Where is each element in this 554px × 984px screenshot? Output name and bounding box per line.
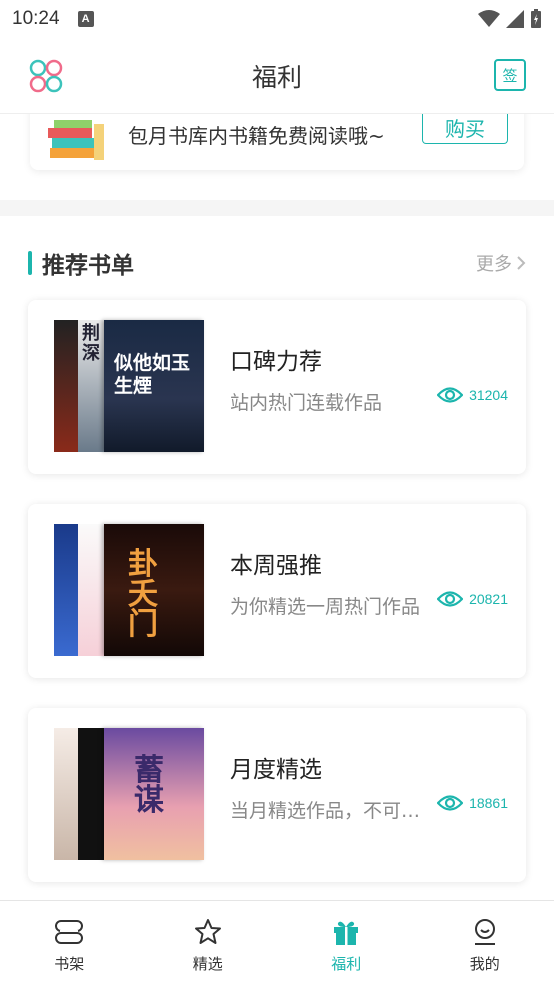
promo-card: 包月书库内书籍免费阅读哦~ 购买 (30, 114, 524, 170)
more-label: 更多 (476, 254, 512, 275)
profile-icon (474, 919, 495, 945)
nav-label: 我的 (469, 955, 500, 973)
card-title: 月度精选 (230, 757, 322, 783)
view-count: 20821 (437, 590, 508, 608)
bookshelf-icon (55, 920, 84, 944)
booklist-card[interactable]: 蓄谋 月度精选 当月精选作品，不可… 18861 (28, 708, 526, 882)
notification-a-icon: A (77, 11, 94, 27)
page-title: 福利 (251, 62, 302, 92)
chevron-right-icon (517, 256, 526, 270)
book-cover: 似他如玉生煙 (104, 320, 204, 452)
cover-title: 荆深 (82, 323, 100, 364)
booklist-card[interactable]: 荆深 似他如玉生煙 口碑力荐 站内热门连载作品 31204 (28, 300, 526, 474)
apps-grid-icon[interactable] (28, 58, 64, 94)
section-header: 推荐书单 更多 (28, 248, 526, 279)
card-title: 本周强推 (230, 553, 322, 579)
app-header: 福利 签 (0, 38, 554, 114)
view-count-value: 20821 (469, 591, 508, 607)
battery-icon (531, 9, 541, 28)
nav-item-welfare[interactable]: 福利 (277, 901, 416, 984)
view-count-value: 18861 (469, 795, 508, 811)
cover-stack: 卦夭门 (54, 524, 204, 656)
booklist-card[interactable]: 卦夭门 本周强推 为你精选一周热门作品 20821 (28, 504, 526, 678)
card-desc: 当月精选作品，不可… (230, 800, 421, 822)
buy-button[interactable]: 购买 (422, 114, 508, 144)
gift-icon (334, 921, 359, 945)
section-title: 推荐书单 (42, 253, 134, 279)
wifi-icon (478, 10, 500, 27)
nav-item-featured[interactable]: 精选 (139, 901, 278, 984)
sign-label: 签 (502, 66, 518, 85)
status-time: 10:24 (12, 8, 60, 29)
book-cover: 蓄谋 (104, 728, 204, 860)
card-title: 口碑力荐 (230, 349, 322, 375)
cover-stack: 荆深 似他如玉生煙 (54, 320, 204, 452)
book-stack-icon (48, 120, 104, 160)
recommend-section: 推荐书单 更多 荆深 似他如玉生煙 口碑力荐 站内热门连载作品 31204 卦夭… (0, 216, 554, 900)
eye-icon (437, 591, 464, 607)
nav-label: 福利 (331, 955, 362, 973)
promo-text: 包月书库内书籍免费阅读哦~ (128, 124, 385, 148)
eye-icon (437, 387, 464, 403)
star-icon (194, 919, 221, 944)
view-count-value: 31204 (469, 387, 508, 403)
promo-section: 包月书库内书籍免费阅读哦~ 购买 (0, 114, 554, 200)
cell-signal-icon (506, 10, 524, 28)
more-link[interactable]: 更多 (476, 250, 526, 276)
card-desc: 站内热门连载作品 (230, 392, 383, 414)
cover-title: 卦夭门 (128, 547, 158, 642)
cover-title: 似他如玉生煙 (114, 352, 191, 397)
cover-title: 蓄谋 (134, 753, 164, 818)
nav-item-bookshelf[interactable]: 书架 (0, 901, 139, 984)
nav-label: 精选 (192, 955, 223, 973)
scroll-content[interactable]: 包月书库内书籍免费阅读哦~ 购买 推荐书单 更多 荆深 似他如玉生煙 口碑力荐 … (0, 114, 554, 900)
nav-label: 书架 (54, 955, 85, 973)
nav-item-profile[interactable]: 我的 (416, 901, 554, 984)
view-count: 31204 (437, 386, 508, 404)
view-count: 18861 (437, 794, 508, 812)
sign-in-calendar-icon[interactable]: 签 (494, 59, 526, 91)
section-accent-bar (28, 251, 32, 275)
bottom-nav: 书架 精选 福利 我的 (0, 900, 554, 984)
eye-icon (437, 795, 464, 811)
status-bar: 10:24 A (0, 0, 554, 38)
cover-stack: 蓄谋 (54, 728, 204, 860)
card-desc: 为你精选一周热门作品 (230, 596, 421, 618)
status-icons (478, 9, 542, 29)
book-cover: 卦夭门 (104, 524, 204, 656)
